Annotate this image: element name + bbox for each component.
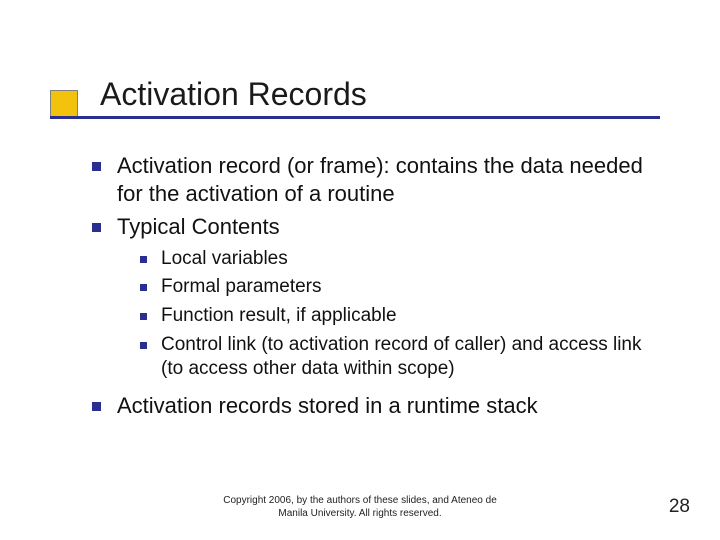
bullet-text: Activation record (or frame): contains t…	[117, 152, 662, 207]
square-bullet-icon	[140, 256, 147, 263]
square-bullet-icon	[92, 402, 101, 411]
slide: Activation Records Activation record (or…	[0, 0, 720, 540]
sub-bullet-item: Function result, if applicable	[140, 304, 662, 329]
copyright-line-2: Manila University. All rights reserved.	[278, 508, 441, 519]
sub-bullet-text: Control link (to activation record of ca…	[161, 333, 662, 382]
bullet-item: Activation records stored in a runtime s…	[92, 392, 662, 420]
sub-bullet-item: Formal parameters	[140, 275, 662, 300]
bullet-text: Activation records stored in a runtime s…	[117, 392, 662, 420]
sub-bullet-text: Local variables	[161, 247, 662, 272]
bullet-item: Activation record (or frame): contains t…	[92, 152, 662, 207]
bullet-item: Typical Contents	[92, 213, 662, 241]
copyright-line-1: Copyright 2006, by the authors of these …	[223, 495, 497, 506]
slide-title: Activation Records	[100, 76, 367, 113]
sub-bullet-item: Local variables	[140, 247, 662, 272]
footer-copyright: Copyright 2006, by the authors of these …	[0, 495, 720, 520]
sub-bullet-text: Function result, if applicable	[161, 304, 662, 329]
sub-bullet-item: Control link (to activation record of ca…	[140, 333, 662, 382]
sub-bullet-list: Local variables Formal parameters Functi…	[140, 247, 662, 382]
title-accent-square	[50, 90, 78, 118]
sub-bullet-text: Formal parameters	[161, 275, 662, 300]
title-underline	[50, 116, 660, 119]
bullet-text: Typical Contents	[117, 213, 662, 241]
square-bullet-icon	[140, 284, 147, 291]
square-bullet-icon	[140, 313, 147, 320]
square-bullet-icon	[92, 223, 101, 232]
square-bullet-icon	[92, 162, 101, 171]
square-bullet-icon	[140, 342, 147, 349]
content-area: Activation record (or frame): contains t…	[92, 152, 662, 425]
page-number: 28	[669, 496, 690, 518]
